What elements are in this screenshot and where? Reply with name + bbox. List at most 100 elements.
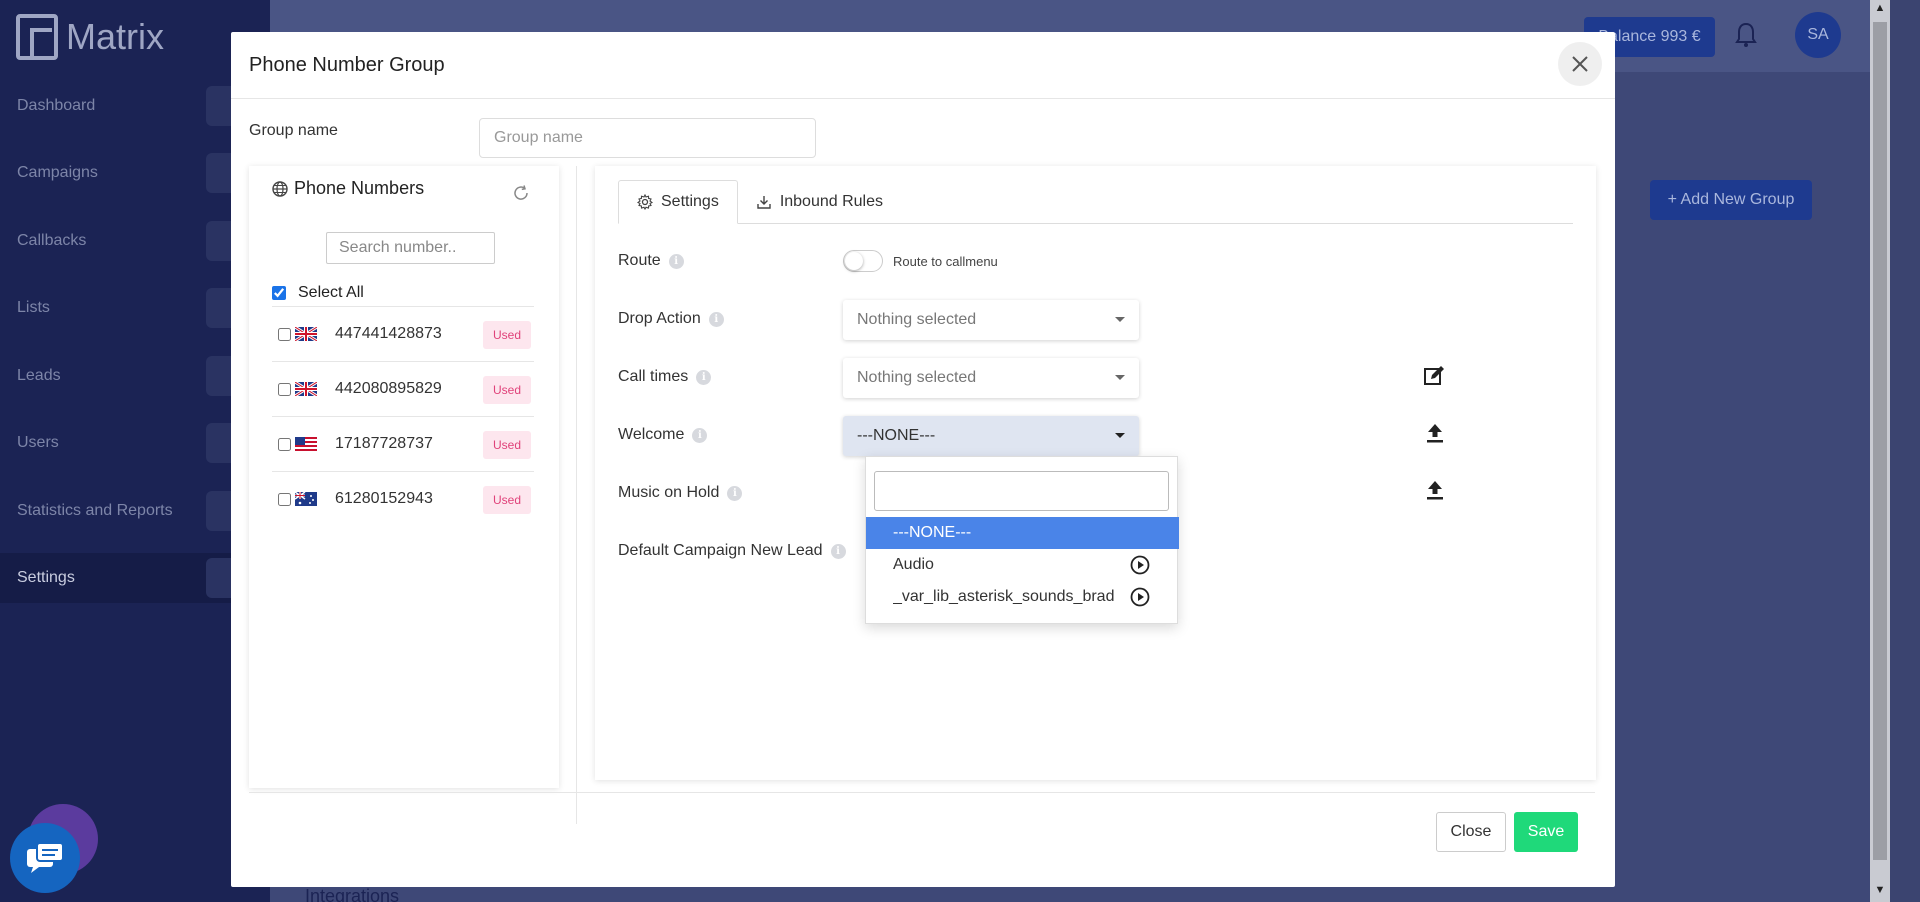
tab-inbound-rules[interactable]: Inbound Rules [738, 180, 901, 224]
sidebar-item-callbacks[interactable]: Callbacks [0, 216, 270, 266]
sidebar-item-statistics[interactable]: Statistics and Reports [0, 486, 270, 536]
uk-flag-icon [295, 327, 317, 341]
phone-number: 447441428873 [335, 325, 442, 342]
modal-close-button[interactable] [1558, 42, 1602, 86]
welcome-value: ---NONE--- [857, 427, 936, 444]
phone-number-checkbox[interactable] [278, 327, 291, 341]
info-icon[interactable]: i [727, 485, 743, 501]
panel-divider [576, 166, 577, 824]
sidebar-item-users[interactable]: Users [0, 418, 270, 468]
play-icon[interactable] [1130, 587, 1150, 607]
logo-text: Matrix [66, 16, 164, 57]
phone-number-checkbox[interactable] [278, 437, 291, 451]
group-name-label: Group name [249, 122, 338, 139]
phone-number-checkbox[interactable] [278, 382, 291, 396]
scroll-up-arrow[interactable]: ▲ [1872, 2, 1888, 18]
download-icon [757, 196, 771, 209]
sidebar-item-label: Statistics and Reports [17, 502, 173, 519]
us-flag-icon [295, 437, 317, 451]
caret-down-icon [1115, 433, 1125, 438]
select-all-checkbox-input[interactable] [272, 286, 286, 300]
refresh-icon[interactable] [512, 184, 530, 202]
caret-down-icon [1115, 317, 1125, 322]
info-icon[interactable]: i [830, 543, 846, 559]
select-all-checkbox[interactable]: Select All [272, 284, 364, 302]
scroll-down-arrow[interactable]: ▼ [1872, 884, 1888, 900]
phone-number-row[interactable]: 447441428873 Used [272, 306, 534, 361]
drop-action-value: Nothing selected [857, 311, 977, 328]
sidebar-item-label: Campaigns [17, 164, 98, 181]
info-icon[interactable]: i [708, 311, 724, 327]
edit-icon[interactable] [1423, 365, 1445, 387]
call-times-select[interactable]: Nothing selected [843, 358, 1139, 398]
add-new-group-button[interactable]: + Add New Group [1650, 180, 1812, 220]
used-badge: Used [483, 321, 531, 349]
phone-number-list: 447441428873 Used 442080895829 Used 1718… [272, 306, 534, 526]
sidebar-item-dashboard[interactable]: Dashboard [0, 81, 270, 131]
dropdown-option-label: _var_lib_asterisk_sounds_brado [893, 588, 1115, 605]
dropdown-option-label: Audio [893, 556, 934, 573]
phone-number-row[interactable]: 442080895829 Used [272, 361, 534, 416]
route-to-callmenu-toggle[interactable] [843, 250, 883, 272]
used-badge: Used [483, 486, 531, 514]
phone-number: 61280152943 [335, 490, 433, 507]
drop-action-label: Drop Action i [618, 310, 724, 328]
search-number-input[interactable] [326, 232, 495, 264]
default-campaign-label: Default Campaign New Lead i [618, 542, 846, 560]
sidebar-item-campaigns[interactable]: Campaigns [0, 148, 270, 198]
footer-divider [249, 792, 1595, 793]
tab-settings[interactable]: Settings [618, 180, 738, 224]
play-icon[interactable] [1130, 555, 1150, 575]
phone-number-checkbox[interactable] [278, 492, 291, 506]
sidebar-item-lists[interactable]: Lists [0, 283, 270, 333]
scrollbar-thumb[interactable] [1873, 22, 1887, 860]
phone-number: 442080895829 [335, 380, 442, 397]
chat-icon [27, 842, 64, 873]
gear-icon [637, 194, 653, 210]
tab-inbound-rules-label: Inbound Rules [779, 193, 883, 210]
route-label: Route i [618, 252, 684, 270]
sidebar-item-label: Callbacks [17, 232, 87, 249]
default-campaign-label-text: Default Campaign New Lead [618, 542, 823, 559]
sidebar-item-settings[interactable]: Settings [0, 553, 270, 603]
call-times-label-text: Call times [618, 368, 689, 385]
phone-number-row[interactable]: 17187728737 Used [272, 416, 534, 471]
phone-numbers-title-text: Phone Numbers [294, 178, 425, 198]
upload-icon[interactable] [1424, 422, 1446, 444]
dropdown-option-label: ---NONE--- [893, 524, 972, 541]
sidebar-item-label: Settings [17, 569, 75, 586]
caret-down-icon [1115, 375, 1125, 380]
sidebar-item-leads[interactable]: Leads [0, 351, 270, 401]
chat-widget-button[interactable] [10, 823, 80, 893]
dropdown-option-none[interactable]: ---NONE--- [866, 517, 1179, 549]
integrations-heading: Integrations [305, 886, 400, 902]
info-icon[interactable]: i [668, 253, 684, 269]
phone-number-row[interactable]: 61280152943 Used [272, 471, 534, 526]
close-button[interactable]: Close [1436, 812, 1506, 852]
phone-numbers-title: Phone Numbers [272, 178, 424, 199]
dropdown-search-input[interactable] [874, 471, 1169, 511]
uk-flag-icon [295, 382, 317, 396]
info-icon[interactable]: i [692, 427, 708, 443]
phone-numbers-panel: Phone Numbers Select All 447441428873 Us… [249, 166, 559, 788]
group-name-input[interactable] [479, 118, 816, 158]
save-button[interactable]: Save [1514, 812, 1578, 852]
close-icon [1572, 56, 1588, 72]
settings-tabs: Settings Inbound Rules [618, 180, 1573, 224]
upload-icon[interactable] [1424, 479, 1446, 501]
sidebar-item-label: Leads [17, 367, 61, 384]
dropdown-option-sound-file[interactable]: _var_lib_asterisk_sounds_brado [866, 581, 1179, 613]
route-toggle-label: Route to callmenu [893, 254, 998, 269]
dropdown-option-audio[interactable]: Audio [866, 549, 1179, 581]
welcome-select[interactable]: ---NONE--- [843, 416, 1139, 456]
info-icon[interactable]: i [696, 369, 712, 385]
phone-number: 17187728737 [335, 435, 433, 452]
avatar[interactable]: SA [1795, 12, 1841, 58]
drop-action-select[interactable]: Nothing selected [843, 300, 1139, 340]
music-on-hold-label: Music on Hold i [618, 484, 743, 502]
bell-icon[interactable] [1735, 22, 1757, 48]
app-logo[interactable]: Matrix [16, 12, 164, 62]
used-badge: Used [483, 431, 531, 459]
logo-icon [16, 14, 58, 60]
welcome-label: Welcome i [618, 426, 708, 444]
